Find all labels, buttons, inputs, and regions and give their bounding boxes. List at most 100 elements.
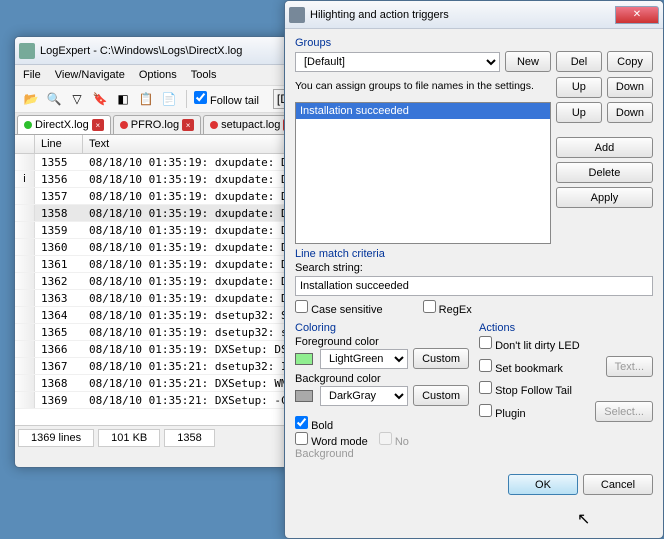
row-marker	[15, 290, 35, 306]
item-down-button[interactable]: Down	[607, 102, 653, 123]
word-mode-label[interactable]: Word mode	[295, 436, 368, 448]
app-icon	[19, 43, 35, 59]
bg-custom-button[interactable]: Custom	[413, 385, 469, 406]
row-line: 1357	[35, 190, 83, 203]
row-marker	[15, 188, 35, 204]
group-up-button[interactable]: Up	[556, 77, 602, 98]
bookmark-label[interactable]: Set bookmark	[479, 359, 601, 375]
dialog-title: Hilighting and action triggers	[310, 9, 615, 21]
bg-select[interactable]: DarkGray	[320, 386, 408, 406]
del-button[interactable]: Del	[556, 51, 602, 72]
plugin-label[interactable]: Plugin	[479, 404, 590, 420]
bold-checkbox[interactable]	[295, 416, 308, 429]
row-marker	[15, 341, 35, 357]
status-lines: 1369 lines	[18, 429, 94, 447]
tool-filter-icon[interactable]: ▽	[67, 89, 87, 109]
match-criteria-label: Line match criteria	[295, 248, 653, 260]
group-select[interactable]: [Default]	[295, 52, 500, 72]
row-marker	[15, 392, 35, 408]
row-marker	[15, 273, 35, 289]
item-up-button[interactable]: Up	[556, 102, 602, 123]
row-line: 1367	[35, 360, 83, 373]
search-input[interactable]	[295, 276, 653, 296]
regex-checkbox[interactable]	[423, 300, 436, 313]
follow-tail-label[interactable]: Follow tail	[194, 91, 259, 107]
row-marker	[15, 375, 35, 391]
file-tab[interactable]: PFRO.log×	[113, 115, 201, 134]
row-line: 1356	[35, 173, 83, 186]
menu-view[interactable]: View/Navigate	[55, 69, 125, 81]
group-down-button[interactable]: Down	[607, 77, 653, 98]
fg-select[interactable]: LightGreen	[320, 349, 408, 369]
list-item[interactable]: Installation succeeded	[296, 103, 550, 119]
case-sensitive-label[interactable]: Case sensitive	[295, 300, 383, 316]
tab-label: setupact.log	[221, 119, 280, 131]
tool-bookmark-icon[interactable]: 🔖	[90, 89, 110, 109]
highlight-dialog: Hilighting and action triggers ✕ Groups …	[284, 0, 664, 539]
row-marker	[15, 358, 35, 374]
row-line: 1364	[35, 309, 83, 322]
case-sensitive-checkbox[interactable]	[295, 300, 308, 313]
row-marker	[15, 239, 35, 255]
tool-export-icon[interactable]: 📄	[159, 89, 179, 109]
row-marker: i	[15, 171, 35, 187]
follow-tail-checkbox[interactable]	[194, 91, 207, 104]
file-tab[interactable]: DirectX.log×	[17, 115, 111, 134]
led-checkbox[interactable]	[479, 336, 492, 349]
row-line: 1366	[35, 343, 83, 356]
groups-label: Groups	[295, 37, 653, 49]
word-mode-checkbox[interactable]	[295, 432, 308, 445]
plugin-checkbox[interactable]	[479, 404, 492, 417]
menu-file[interactable]: File	[23, 69, 41, 81]
dialog-close-button[interactable]: ✕	[615, 6, 659, 24]
led-label[interactable]: Don't lit dirty LED	[479, 336, 580, 352]
row-marker	[15, 307, 35, 323]
row-line: 1369	[35, 394, 83, 407]
col-marker[interactable]	[15, 135, 35, 153]
row-marker	[15, 324, 35, 340]
tab-close-icon[interactable]: ×	[92, 119, 104, 131]
tool-toggle-icon[interactable]: ◧	[113, 89, 133, 109]
search-string-label: Search string:	[295, 262, 653, 274]
copy-button[interactable]: Copy	[607, 51, 653, 72]
add-button[interactable]: Add	[556, 137, 653, 158]
row-line: 1368	[35, 377, 83, 390]
tab-status-dot	[210, 121, 218, 129]
tool-copy-icon[interactable]: 📋	[136, 89, 156, 109]
stop-follow-label[interactable]: Stop Follow Tail	[479, 381, 572, 397]
regex-label[interactable]: RegEx	[423, 300, 472, 316]
tool-open-icon[interactable]: 📂	[21, 89, 41, 109]
tool-search-icon[interactable]: 🔍	[44, 89, 64, 109]
row-marker	[15, 205, 35, 221]
status-pos: 1358	[164, 429, 214, 447]
col-line[interactable]: Line	[35, 135, 83, 153]
no-background-checkbox	[379, 432, 392, 445]
bookmark-checkbox[interactable]	[479, 359, 492, 372]
row-line: 1359	[35, 224, 83, 237]
fg-custom-button[interactable]: Custom	[413, 348, 469, 369]
row-marker	[15, 222, 35, 238]
highlight-list[interactable]: Installation succeeded	[295, 102, 551, 244]
row-marker	[15, 256, 35, 272]
groups-info: You can assign groups to file names in t…	[295, 80, 551, 92]
row-line: 1360	[35, 241, 83, 254]
tab-label: DirectX.log	[35, 119, 89, 131]
menu-options[interactable]: Options	[139, 69, 177, 81]
ok-button[interactable]: OK	[508, 474, 578, 495]
tab-close-icon[interactable]: ×	[182, 119, 194, 131]
tab-label: PFRO.log	[131, 119, 179, 131]
row-line: 1365	[35, 326, 83, 339]
new-button[interactable]: New	[505, 51, 551, 72]
row-line: 1362	[35, 275, 83, 288]
coloring-label: Coloring	[295, 322, 469, 334]
apply-button[interactable]: Apply	[556, 187, 653, 208]
stop-follow-checkbox[interactable]	[479, 381, 492, 394]
bold-label[interactable]: Bold	[295, 420, 333, 432]
actions-label: Actions	[479, 322, 653, 334]
menu-tools[interactable]: Tools	[191, 69, 217, 81]
text-button: Text...	[606, 356, 653, 377]
cancel-button[interactable]: Cancel	[583, 474, 653, 495]
dialog-titlebar[interactable]: Hilighting and action triggers ✕	[285, 1, 663, 29]
row-line: 1363	[35, 292, 83, 305]
delete-button[interactable]: Delete	[556, 162, 653, 183]
